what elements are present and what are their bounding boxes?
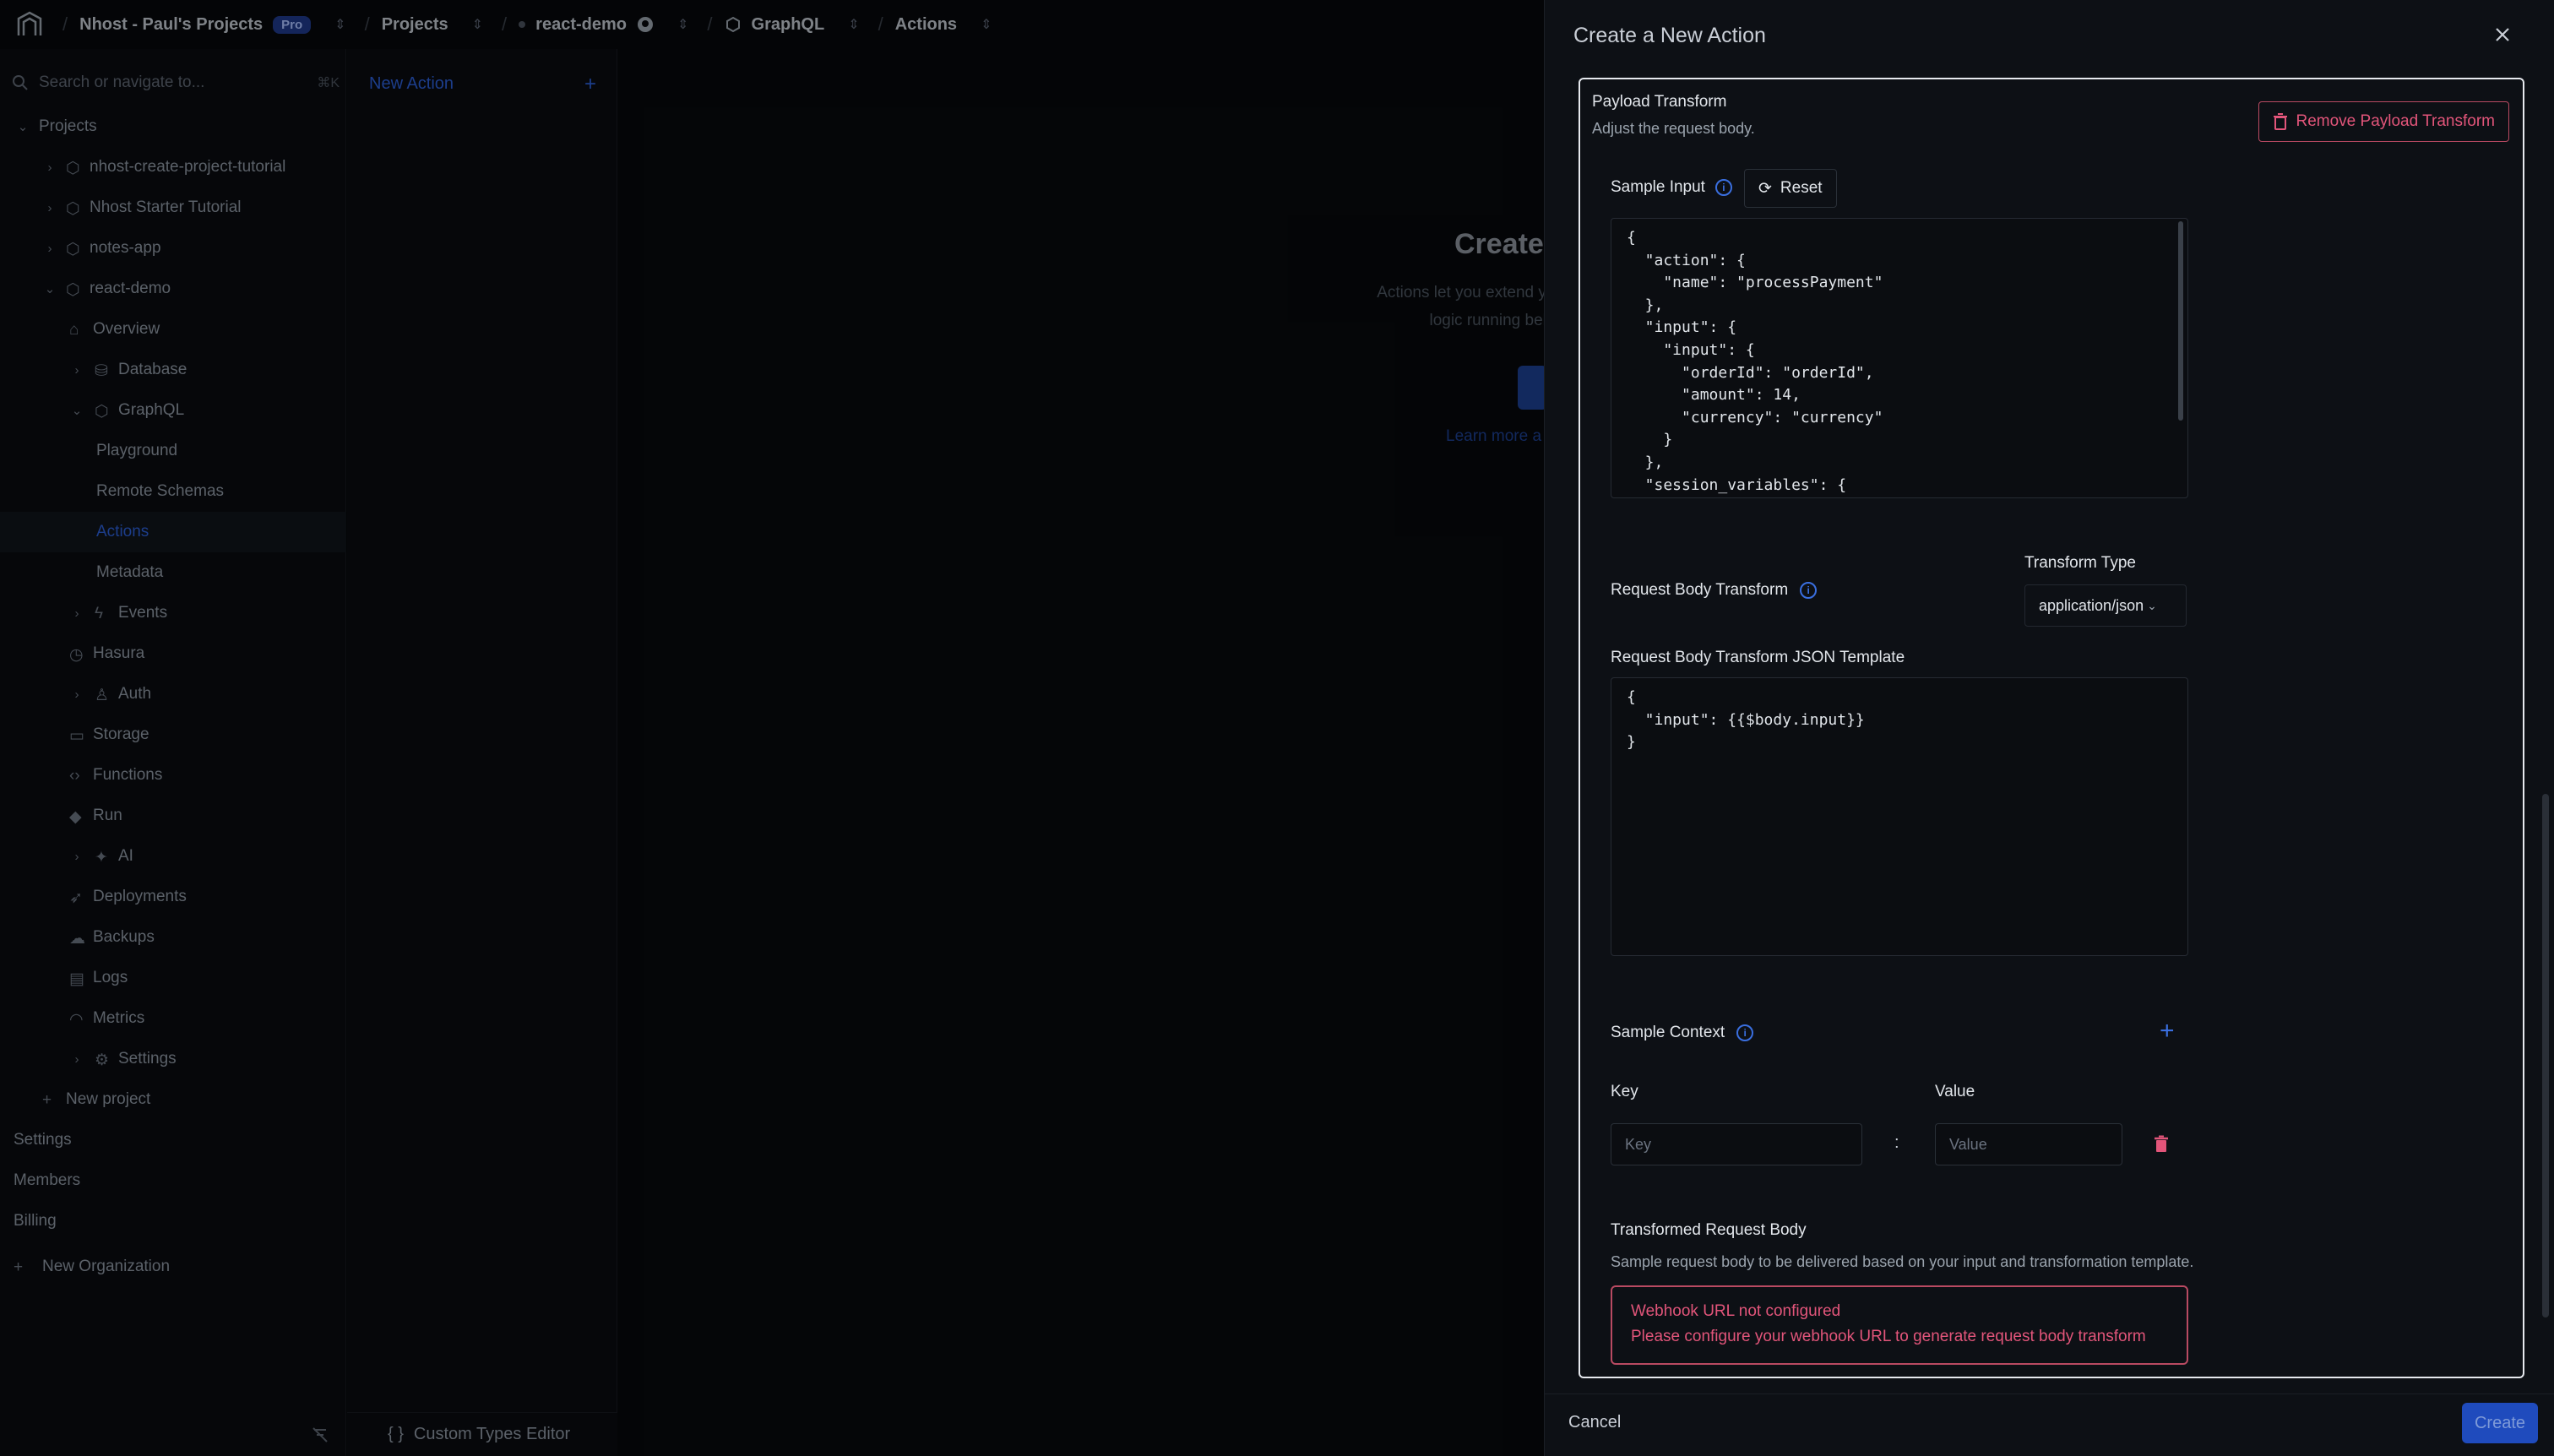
sample-input-label: Sample Input [1611,178,1705,196]
transform-type-select[interactable]: application/json ⌄ [2024,584,2187,627]
trash-icon[interactable] [2153,1135,2170,1154]
editor-scrollbar[interactable] [2178,221,2183,421]
request-body-transform-label: Request Body Transform [1611,581,1789,599]
context-key-input[interactable]: Key [1611,1123,1862,1165]
value-label: Value [1935,1083,1975,1100]
add-context-icon[interactable]: + [2160,1017,2175,1046]
scrollbar-thumb[interactable] [2542,794,2549,1317]
info-icon[interactable]: i [1714,179,1732,196]
info-icon[interactable]: i [1736,1024,1754,1041]
payload-transform-panel: Payload Transform Adjust the request bod… [1579,78,2524,1378]
create-button[interactable]: Create [2462,1403,2538,1443]
key-value-separator: : [1894,1133,1899,1152]
refresh-icon: ⟳ [1758,179,1772,198]
drawer-footer: Cancel Create [1545,1394,2554,1456]
modal-backdrop[interactable] [0,0,1544,1456]
sample-input-editor[interactable]: { "action": { "name": "processPayment" }… [1611,218,2188,498]
info-icon[interactable]: i [1800,582,1818,599]
trash-icon [2273,113,2288,130]
transformed-body-description: Sample request body to be delivered base… [1611,1253,2194,1270]
reset-label: Reset [1780,179,1823,197]
sample-context-header: Sample Context i [1611,1024,1754,1042]
drawer-scrollbar[interactable] [2539,76,2554,1394]
create-action-drawer: Create a New Action Payload Transform Ad… [1544,0,2554,1456]
payload-transform-title: Payload Transform [1592,93,1727,111]
reset-button[interactable]: ⟳ Reset [1744,169,1837,208]
chevron-down-icon: ⌄ [2147,598,2157,612]
transformed-body-label: Transformed Request Body [1611,1221,1807,1239]
remove-label: Remove Payload Transform [2296,112,2496,130]
transform-type-label: Transform Type [2024,554,2136,572]
webhook-error-alert: Webhook URL not configured Please config… [1611,1285,2188,1365]
payload-transform-description: Adjust the request body. [1592,120,1755,137]
drawer-title: Create a New Action [1573,24,1766,47]
cancel-button[interactable]: Cancel [1568,1413,1621,1432]
template-editor[interactable]: { "input": {{$body.input}} } [1611,677,2188,956]
sample-context-label: Sample Context [1611,1024,1725,1041]
key-label: Key [1611,1083,1638,1100]
context-value-input[interactable]: Value [1935,1123,2122,1165]
error-title: Webhook URL not configured [1631,1302,1841,1320]
remove-payload-transform-button[interactable]: Remove Payload Transform [2258,101,2509,142]
template-label: Request Body Transform JSON Template [1611,649,1905,666]
error-description: Please configure your webhook URL to gen… [1631,1328,2146,1345]
transform-type-value: application/json [2039,596,2144,614]
sample-input-header: Sample Input i [1611,178,1732,197]
request-body-transform-header: Request Body Transform i [1611,581,1818,600]
close-icon[interactable] [2493,25,2512,44]
